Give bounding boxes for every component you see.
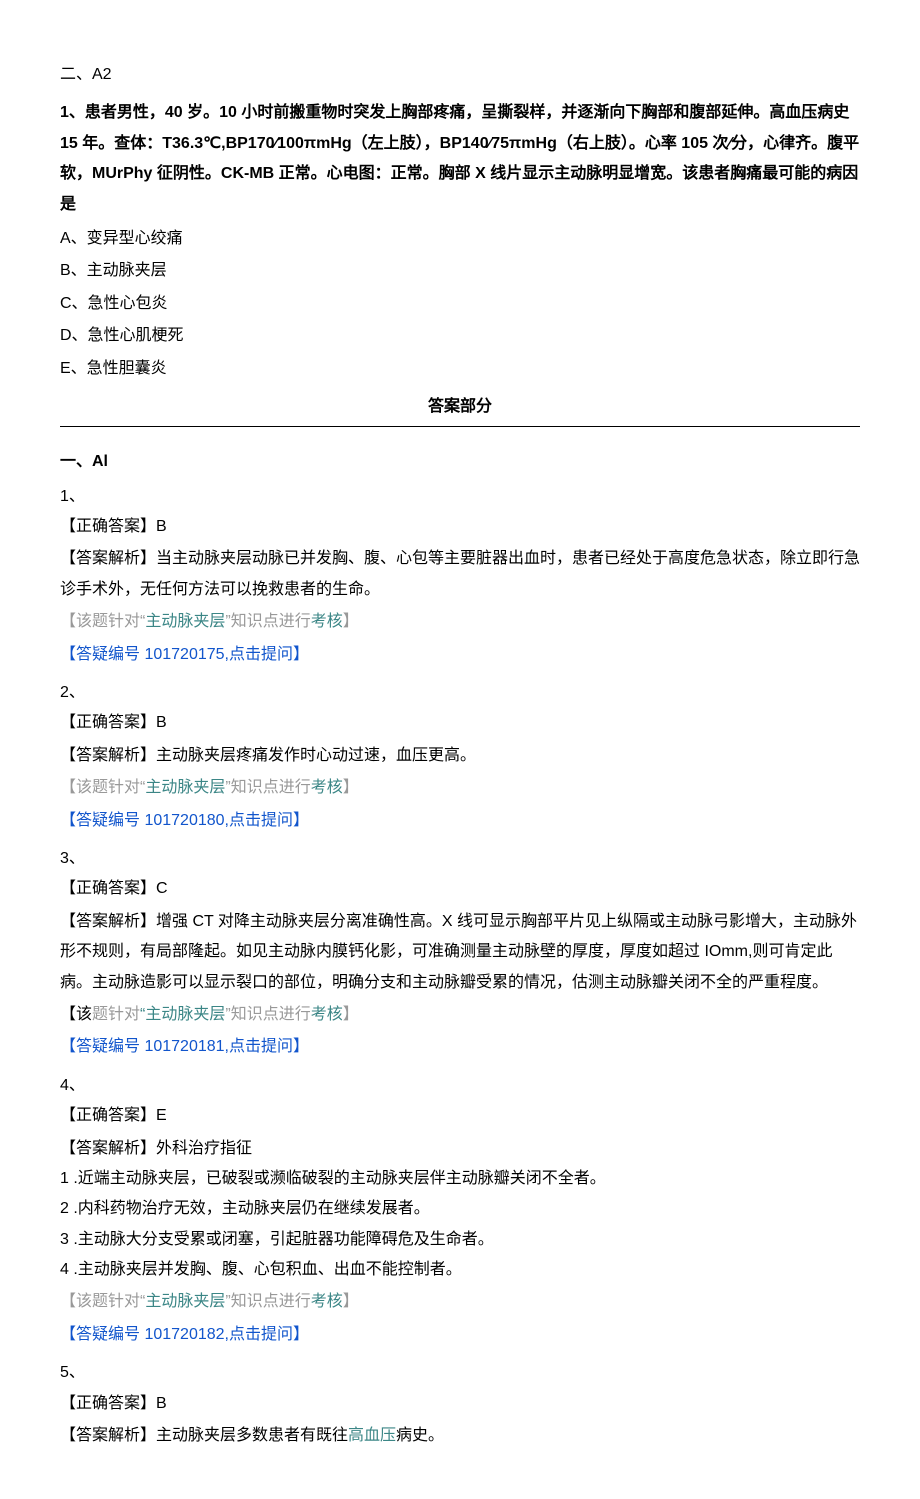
answer-4-explain: 【答案解析】外科治疗指征 xyxy=(60,1134,860,1164)
answer-1-topic-close: 】 xyxy=(343,613,359,630)
answer-3-topic-b: 题针对 xyxy=(92,1006,140,1023)
answer-5-explain-term: 高血压 xyxy=(348,1427,396,1444)
answer-4-bullet-2: 2 .内科药物治疗无效，主动脉夹层仍在继续发展者。 xyxy=(60,1194,860,1224)
answer-3-topic-a: 【该 xyxy=(60,1006,92,1023)
answer-subsection-a1: 一、Al xyxy=(60,447,860,477)
answer-3-topic-suffix-a: ”知识点进行 xyxy=(225,1006,310,1023)
answer-3: 3、 【正确答案】C 【答案解析】增强 CT 对降主动脉夹层分离准确性高。X 线… xyxy=(60,844,860,1063)
answer-3-topic-suffix-b: 考核 xyxy=(311,1006,343,1023)
answer-5-explain-a: 【答案解析】主动脉夹层多数患者有既往 xyxy=(60,1427,348,1444)
answer-4-topic: 【该题针对“主动脉夹层”知识点进行考核】 xyxy=(60,1287,860,1317)
answer-2-topic-close: 】 xyxy=(343,779,359,796)
option-d: D、急性心肌梗死 xyxy=(60,321,860,351)
question-1-stem: 1、患者男性，40 岁。10 小时前搬重物时突发上胸部疼痛，呈撕裂样，并逐渐向下… xyxy=(60,98,860,220)
answer-2-num: 2、 xyxy=(60,678,860,708)
option-c: C、急性心包炎 xyxy=(60,289,860,319)
answer-1-topic-suffix-b: 考核 xyxy=(311,613,343,630)
answer-2-link[interactable]: 【答疑编号 101720180,点击提问】 xyxy=(60,806,860,836)
answer-1-correct: 【正确答案】B xyxy=(60,512,860,542)
answer-3-topic-term: 主动脉夹层 xyxy=(145,1006,225,1023)
question-1-text: 患者男性，40 岁。10 小时前搬重物时突发上胸部疼痛，呈撕裂样，并逐渐向下胸部… xyxy=(60,104,859,212)
answer-4-bullet-1: 1 .近端主动脉夹层，已破裂或濒临破裂的主动脉夹层伴主动脉瓣关闭不全者。 xyxy=(60,1164,860,1194)
answer-2-topic-prefix: 【该题针对“ xyxy=(60,779,145,796)
answer-3-topic-close: 】 xyxy=(343,1006,359,1023)
answer-1-num: 1、 xyxy=(60,482,860,512)
answer-1-link[interactable]: 【答疑编号 101720175,点击提问】 xyxy=(60,640,860,670)
answer-2-correct: 【正确答案】B xyxy=(60,708,860,738)
answer-1-topic-prefix: 【该题针对“ xyxy=(60,613,145,630)
answer-4-topic-prefix: 【该题针对“ xyxy=(60,1293,145,1310)
option-b: B、主动脉夹层 xyxy=(60,256,860,286)
answer-5-correct: 【正确答案】B xyxy=(60,1389,860,1419)
answer-3-link[interactable]: 【答疑编号 101720181,点击提问】 xyxy=(60,1032,860,1062)
section-a2-header: 二、A2 xyxy=(60,60,860,90)
answer-2: 2、 【正确答案】B 【答案解析】主动脉夹层疼痛发作时心动过速，血压更高。 【该… xyxy=(60,678,860,836)
answer-1-topic: 【该题针对“主动脉夹层”知识点进行考核】 xyxy=(60,607,860,637)
answer-1-topic-suffix-a: ”知识点进行 xyxy=(225,613,310,630)
answer-4-correct: 【正确答案】E xyxy=(60,1101,860,1131)
answer-2-topic: 【该题针对“主动脉夹层”知识点进行考核】 xyxy=(60,773,860,803)
option-a: A、变异型心绞痛 xyxy=(60,224,860,254)
answer-4-bullet-4: 4 .主动脉夹层并发胸、腹、心包积血、出血不能控制者。 xyxy=(60,1255,860,1285)
answer-5-explain-b: 病史。 xyxy=(396,1427,444,1444)
question-1-num: 1、 xyxy=(60,104,85,121)
answer-4-topic-suffix-a: ”知识点进行 xyxy=(225,1293,310,1310)
answer-2-topic-suffix-b: 考核 xyxy=(311,779,343,796)
answer-1-topic-term: 主动脉夹层 xyxy=(145,613,225,630)
answer-2-topic-suffix-a: ”知识点进行 xyxy=(225,779,310,796)
answer-4-topic-suffix-b: 考核 xyxy=(311,1293,343,1310)
answer-1: 1、 【正确答案】B 【答案解析】当主动脉夹层动脉已并发胸、腹、心包等主要脏器出… xyxy=(60,482,860,670)
answer-section-title: 答案部分 xyxy=(60,392,860,427)
answer-4-link[interactable]: 【答疑编号 101720182,点击提问】 xyxy=(60,1320,860,1350)
answer-4-topic-term: 主动脉夹层 xyxy=(145,1293,225,1310)
answer-3-correct: 【正确答案】C xyxy=(60,874,860,904)
answer-5-explain: 【答案解析】主动脉夹层多数患者有既往高血压病史。 xyxy=(60,1421,860,1451)
option-e: E、急性胆囊炎 xyxy=(60,354,860,384)
answer-4-bullet-3: 3 .主动脉大分支受累或闭塞，引起脏器功能障碍危及生命者。 xyxy=(60,1225,860,1255)
answer-2-topic-term: 主动脉夹层 xyxy=(145,779,225,796)
answer-5: 5、 【正确答案】B 【答案解析】主动脉夹层多数患者有既往高血压病史。 xyxy=(60,1358,860,1451)
answer-2-explain: 【答案解析】主动脉夹层疼痛发作时心动过速，血压更高。 xyxy=(60,741,860,771)
answer-3-explain: 【答案解析】增强 CT 对降主动脉夹层分离准确性高。X 线可显示胸部平片见上纵隔… xyxy=(60,907,860,998)
answer-4-topic-close: 】 xyxy=(343,1293,359,1310)
answer-5-num: 5、 xyxy=(60,1358,860,1388)
answer-3-topic: 【该题针对“主动脉夹层”知识点进行考核】 xyxy=(60,1000,860,1030)
answer-4-num: 4、 xyxy=(60,1071,860,1101)
answer-1-explain: 【答案解析】当主动脉夹层动脉已并发胸、腹、心包等主要脏器出血时，患者已经处于高度… xyxy=(60,544,860,605)
answer-3-num: 3、 xyxy=(60,844,860,874)
answer-4: 4、 【正确答案】E 【答案解析】外科治疗指征 1 .近端主动脉夹层，已破裂或濒… xyxy=(60,1071,860,1351)
